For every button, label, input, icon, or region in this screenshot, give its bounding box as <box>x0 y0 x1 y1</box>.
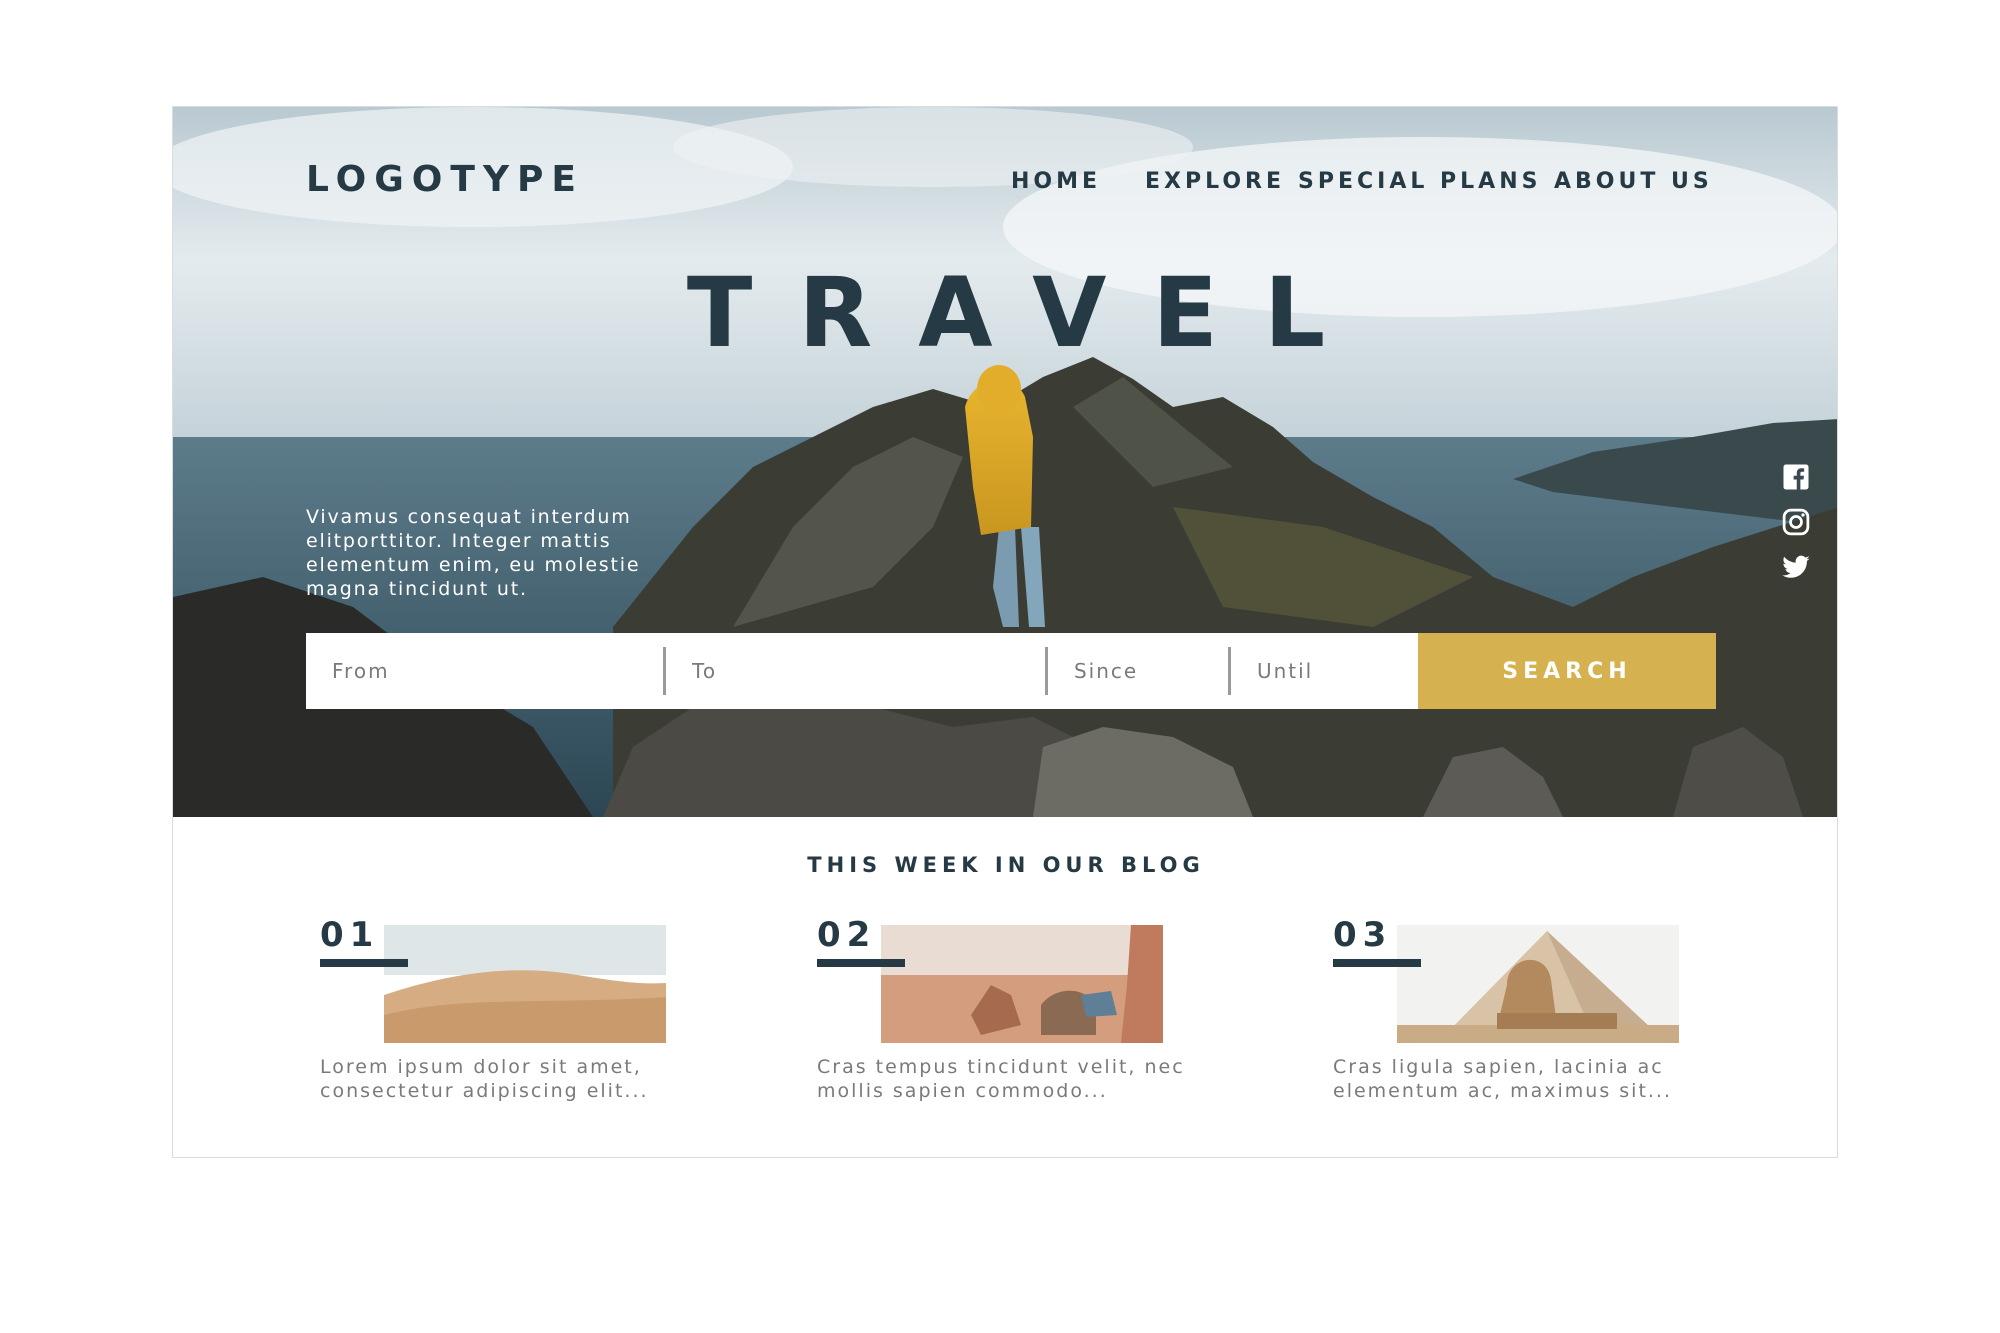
blog-section: THIS WEEK IN OUR BLOG 01 Lorem ipsum dol… <box>173 817 1837 1157</box>
hero-background-image <box>173 107 1837 817</box>
number-underline <box>1333 959 1421 967</box>
number-underline <box>320 959 408 967</box>
facebook-icon[interactable] <box>1781 462 1811 492</box>
nav-special-plans[interactable]: SPECIAL PLANS <box>1298 169 1541 194</box>
blog-post-image-desert[interactable] <box>384 925 666 1043</box>
twitter-icon[interactable] <box>1781 552 1811 582</box>
until-date-input[interactable] <box>1230 633 1418 709</box>
blog-post-card[interactable]: 02 Cras tempus tincidunt velit, nec moll… <box>817 917 1197 1117</box>
blog-post-image-camels[interactable] <box>881 925 1163 1043</box>
blog-post-excerpt: Lorem ipsum dolor sit amet, consectetur … <box>320 1056 649 1102</box>
blog-post-excerpt: Cras ligula sapien, lacinia ac elementum… <box>1333 1056 1673 1102</box>
logo[interactable]: LOGOTYPE <box>306 159 584 200</box>
blog-post-card[interactable]: 03 Cras ligula sapien, lacinia ac elemen… <box>1333 917 1713 1117</box>
number-underline <box>817 959 905 967</box>
nav-about-us[interactable]: ABOUT US <box>1554 169 1713 194</box>
instagram-icon[interactable] <box>1781 507 1811 537</box>
from-input[interactable] <box>306 633 663 709</box>
hero-title: TRAVEL <box>686 257 1372 369</box>
hero-section: LOGOTYPE HOME EXPLORE SPECIAL PLANS ABOU… <box>173 107 1837 817</box>
blog-post-number: 02 <box>817 915 877 955</box>
blog-post-number: 01 <box>320 915 380 955</box>
blog-post-card[interactable]: 01 Lorem ipsum dolor sit amet, consectet… <box>320 917 700 1117</box>
nav-explore[interactable]: EXPLORE <box>1145 169 1285 194</box>
blog-section-title: THIS WEEK IN OUR BLOG <box>807 853 1205 877</box>
since-date-input[interactable] <box>1047 633 1228 709</box>
blog-post-excerpt: Cras tempus tincidunt velit, nec mollis … <box>817 1056 1185 1102</box>
search-form: SEARCH <box>306 633 1716 709</box>
nav-home[interactable]: HOME <box>1011 169 1101 194</box>
search-button[interactable]: SEARCH <box>1417 633 1716 709</box>
blog-post-number: 03 <box>1333 915 1393 955</box>
blog-post-image-sphinx[interactable] <box>1397 925 1679 1043</box>
hero-description: Vivamus consequat interdum elitporttitor… <box>306 506 641 600</box>
landing-page: LOGOTYPE HOME EXPLORE SPECIAL PLANS ABOU… <box>172 106 1838 1158</box>
to-input[interactable] <box>666 633 1045 709</box>
